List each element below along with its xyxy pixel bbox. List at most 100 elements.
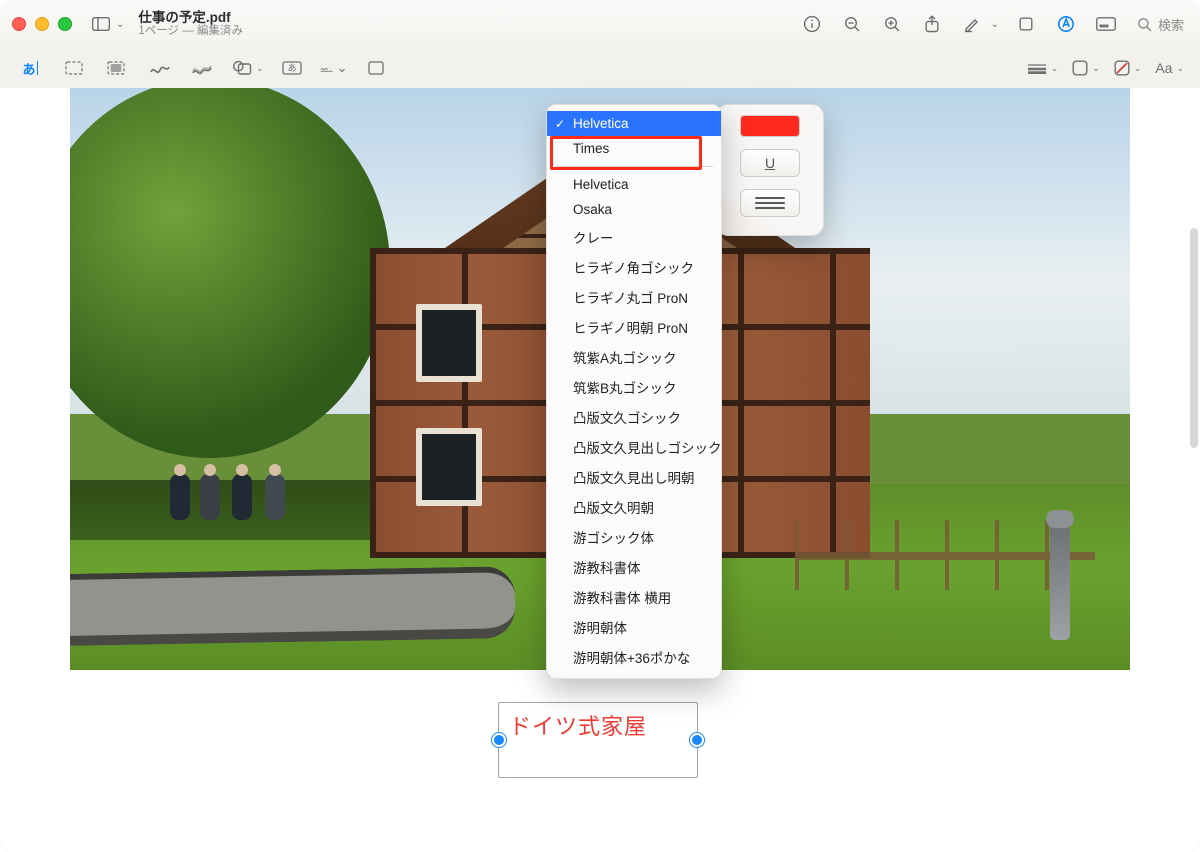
markup-button[interactable] <box>1053 11 1079 37</box>
person <box>170 474 190 520</box>
font-menu-item-label: 凸版文久見出し明朝 <box>573 467 695 487</box>
font-menu-item[interactable]: 游明朝体+36ポかな <box>547 642 721 672</box>
chevron-down-icon: ⌄ <box>1134 63 1142 74</box>
font-menu-item-label: ヒラギノ明朝 ProN <box>573 317 688 337</box>
person <box>200 474 220 520</box>
app-window: ⌄ 仕事の予定.pdf 1ページ — 編集済み ⌄ <box>0 0 1200 852</box>
font-menu-item-label: 游教科書体 <box>573 557 641 577</box>
path-bg <box>70 566 515 646</box>
underline-button[interactable]: U <box>740 149 800 177</box>
rotate-button[interactable] <box>1013 11 1039 37</box>
markup-toolbar: あ ⌄ あ <box>0 48 1200 89</box>
font-menu-item[interactable]: 游教科書体 横用 <box>547 582 721 612</box>
person <box>232 474 252 520</box>
stroke-style-button[interactable]: ⌄ <box>1027 62 1059 74</box>
font-menu-item[interactable]: 游明朝体 <box>547 612 721 642</box>
rect-select-button[interactable] <box>60 54 88 82</box>
font-menu-item[interactable]: 凸版文久見出し明朝 <box>547 462 721 492</box>
font-menu-item-label: 游ゴシック体 <box>573 527 654 547</box>
note-button[interactable] <box>362 54 390 82</box>
highlight-button[interactable] <box>959 11 985 37</box>
font-menu-item[interactable]: Times <box>547 136 721 161</box>
font-menu-item-label: 筑紫B丸ゴシック <box>573 377 677 397</box>
sketch-button[interactable] <box>146 54 174 82</box>
draw-group <box>146 54 216 82</box>
document-subtitle: 1ページ — 編集済み <box>138 25 243 38</box>
font-menu-item[interactable]: 凸版文久明朝 <box>547 492 721 522</box>
svg-text:あ: あ <box>287 63 296 73</box>
house-window <box>416 304 482 382</box>
font-menu-item[interactable]: ヒラギノ明朝 ProN <box>547 312 721 342</box>
house-window <box>416 428 482 506</box>
style-group: ⌄ ⌄ ⌄ Aa ⌄ <box>1027 60 1184 76</box>
font-menu-item[interactable]: ヒラギノ丸ゴ ProN <box>547 282 721 312</box>
font-menu-item[interactable]: クレー <box>547 222 721 252</box>
window-controls <box>12 17 72 31</box>
font-menu-item[interactable]: ヒラギノ角ゴシック <box>547 252 721 282</box>
sidebar-menu-chevron-icon[interactable]: ⌄ <box>116 19 124 30</box>
check-icon: ✓ <box>555 117 565 131</box>
font-menu-item-label: 游教科書体 横用 <box>573 587 671 607</box>
font-menu-item-label: 筑紫A丸ゴシック <box>573 347 677 367</box>
text-style-button[interactable]: Aa ⌄ <box>1155 60 1184 76</box>
shapes-button[interactable]: ⌄ <box>232 60 264 76</box>
zoom-in-button[interactable] <box>879 11 905 37</box>
resize-handle-left[interactable] <box>492 733 506 747</box>
menu-separator <box>555 166 713 167</box>
annotation-textbox-text[interactable]: ドイツ式家屋 <box>509 709 647 741</box>
font-menu-item-label: Times <box>573 141 609 156</box>
font-menu-item[interactable]: 筑紫B丸ゴシック <box>547 372 721 402</box>
minimize-window-button[interactable] <box>35 17 49 31</box>
font-menu-item[interactable]: 游教科書体 <box>547 552 721 582</box>
font-menu-item[interactable]: 凸版文久ゴシック <box>547 402 721 432</box>
zoom-window-button[interactable] <box>58 17 72 31</box>
font-menu-item[interactable]: Helvetica <box>547 172 721 197</box>
stroke-color-button[interactable]: ⌄ <box>1072 60 1100 76</box>
font-menu-item[interactable]: 游ゴシック体 <box>547 522 721 552</box>
redact-button[interactable] <box>1093 11 1119 37</box>
share-button[interactable] <box>919 11 945 37</box>
annotation-textbox[interactable]: ドイツ式家屋 <box>498 702 698 778</box>
chevron-down-icon: ⌄ <box>337 60 348 76</box>
font-menu-item[interactable]: ✓Helvetica <box>547 111 721 136</box>
sign-button[interactable]: ⌄ <box>320 54 348 82</box>
document-title: 仕事の予定.pdf <box>138 10 243 26</box>
title-group: 仕事の予定.pdf 1ページ — 編集済み <box>138 10 243 39</box>
font-menu-item[interactable]: 凸版文久見出しゴシック <box>547 432 721 462</box>
text-color-swatch[interactable] <box>740 115 800 137</box>
alignment-button[interactable] <box>740 189 800 217</box>
info-button[interactable] <box>799 11 825 37</box>
text-tool-button[interactable]: あ <box>16 54 44 82</box>
search-placeholder: 検索 <box>1158 15 1184 34</box>
close-window-button[interactable] <box>12 17 26 31</box>
font-menu-item-label: 凸版文久見出しゴシック <box>573 437 722 457</box>
chevron-down-icon: ⌄ <box>1176 63 1184 74</box>
selection-group <box>60 54 130 82</box>
chevron-down-icon: ⌄ <box>1051 63 1059 74</box>
font-menu[interactable]: ✓Helvetica Times Helvetica Osakaクレーヒラギノ角ゴシッ… <box>546 104 722 679</box>
shapes-group: ⌄ あ ⌄ <box>232 54 390 82</box>
sidebar-toggle-button[interactable] <box>88 11 114 37</box>
font-menu-item-label: ヒラギノ丸ゴ ProN <box>573 287 688 307</box>
person <box>265 474 285 520</box>
font-menu-item-label: 凸版文久明朝 <box>573 497 654 517</box>
textbox-button[interactable]: あ <box>278 54 306 82</box>
font-menu-item[interactable]: 筑紫A丸ゴシック <box>547 342 721 372</box>
instant-alpha-button[interactable] <box>102 54 130 82</box>
text-style-label: Aa <box>1155 60 1172 76</box>
vertical-scrollbar[interactable] <box>1190 228 1198 448</box>
bollard <box>1050 520 1070 640</box>
font-menu-item[interactable]: Osaka <box>547 197 721 222</box>
draw-button[interactable] <box>188 54 216 82</box>
annotation-textbox-frame[interactable]: ドイツ式家屋 <box>498 702 698 778</box>
zoom-out-button[interactable] <box>839 11 865 37</box>
search-field[interactable]: 検索 <box>1133 12 1188 37</box>
resize-handle-right[interactable] <box>690 733 704 747</box>
chevron-down-icon: ⌄ <box>256 63 264 74</box>
highlight-menu-chevron-icon[interactable]: ⌄ <box>991 19 999 30</box>
font-menu-item-label: 游明朝体+36ポかな <box>573 647 690 667</box>
font-menu-item-label: Helvetica <box>573 177 629 192</box>
font-menu-item-label: 凸版文久ゴシック <box>573 407 681 427</box>
font-menu-item-label: ヒラギノ角ゴシック <box>573 257 694 277</box>
fill-color-button[interactable]: ⌄ <box>1114 60 1142 76</box>
